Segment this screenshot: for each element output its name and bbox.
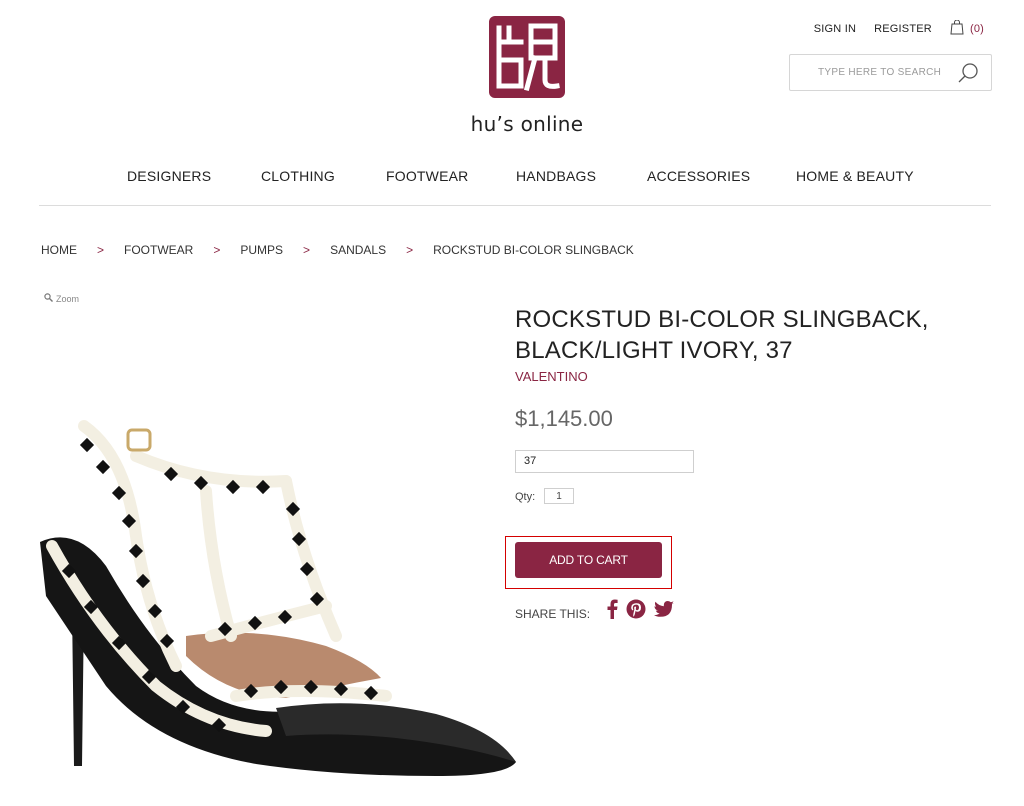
nav-item-handbags[interactable]: HANDBAGS (516, 168, 596, 184)
magnifier-icon (44, 293, 53, 304)
share-label: SHARE THIS: (515, 607, 591, 621)
breadcrumb-pumps[interactable]: PUMPS (240, 243, 283, 257)
search-box (789, 54, 992, 91)
breadcrumb-home[interactable]: HOME (41, 243, 77, 257)
nav-item-clothing[interactable]: CLOTHING (261, 168, 335, 184)
nav-item-footwear[interactable]: FOOTWEAR (386, 168, 468, 184)
breadcrumb-separator: > (406, 243, 414, 257)
nav-item-home-beauty[interactable]: HOME & BEAUTY (796, 168, 914, 184)
twitter-icon[interactable] (654, 600, 674, 618)
breadcrumb-current: ROCKSTUD BI-COLOR SLINGBACK (433, 243, 634, 257)
breadcrumb-separator: > (213, 243, 221, 257)
shopping-bag-icon (950, 19, 964, 38)
account-bar: SIGN IN REGISTER (0) (814, 19, 984, 38)
register-link[interactable]: REGISTER (874, 23, 932, 35)
search-input[interactable] (790, 55, 950, 90)
site-logo[interactable]: hu’s online (465, 14, 589, 136)
zoom-link[interactable]: Zoom (44, 293, 79, 304)
pinterest-icon[interactable] (626, 599, 646, 619)
nav-item-accessories[interactable]: ACCESSORIES (647, 168, 750, 184)
brand-link[interactable]: VALENTINO (515, 369, 588, 384)
size-select[interactable]: 37 (515, 450, 694, 473)
cart-count: (0) (969, 23, 984, 35)
facebook-icon[interactable] (606, 599, 618, 619)
nav-item-designers[interactable]: DESIGNERS (127, 168, 211, 184)
product-image[interactable] (36, 306, 520, 806)
nav-divider (39, 205, 991, 206)
breadcrumb: HOME > FOOTWEAR > PUMPS > SANDALS > ROCK… (41, 243, 634, 257)
add-to-cart-button[interactable]: ADD TO CART (515, 542, 662, 578)
breadcrumb-footwear[interactable]: FOOTWEAR (124, 243, 193, 257)
search-icon[interactable] (957, 62, 979, 89)
share-icons (606, 599, 674, 619)
product-title: ROCKSTUD BI-COLOR SLINGBACK, BLACK/LIGHT… (515, 306, 929, 364)
cart-button[interactable]: (0) (950, 19, 984, 38)
logo-text: hu’s online (470, 112, 584, 136)
breadcrumb-separator: > (97, 243, 105, 257)
breadcrumb-sandals[interactable]: SANDALS (330, 243, 386, 257)
sign-in-link[interactable]: SIGN IN (814, 23, 856, 35)
logo-seal (487, 14, 567, 100)
quantity-input[interactable] (544, 488, 574, 504)
zoom-label: Zoom (56, 293, 80, 304)
breadcrumb-separator: > (303, 243, 311, 257)
product-price: $1,145.00 (515, 406, 613, 431)
qty-label: Qty: (515, 491, 536, 503)
